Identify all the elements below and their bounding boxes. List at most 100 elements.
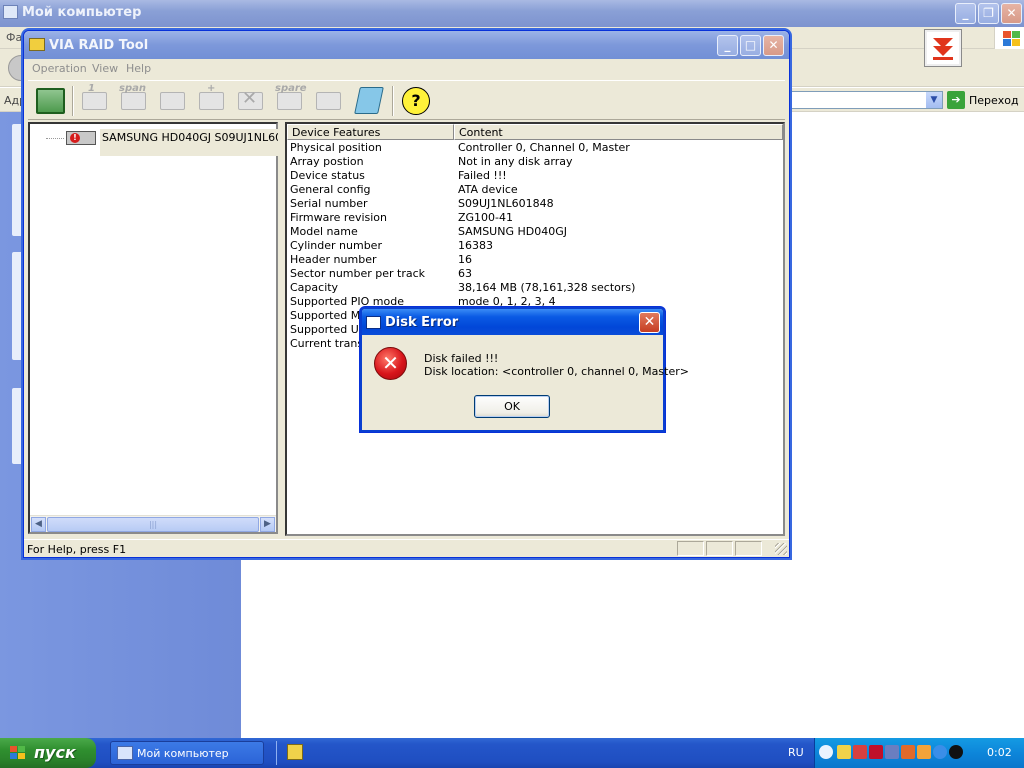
tray-expand-icon[interactable] — [819, 745, 833, 759]
feature-cell: Sector number per track — [290, 267, 426, 280]
taskbar: пуск Мой компьютер RU 0:02 — [0, 738, 1024, 768]
download-manager-icon[interactable] — [924, 29, 962, 67]
status-pane — [735, 541, 762, 556]
minimize-button[interactable]: _ — [955, 3, 976, 24]
raid-tray-icon[interactable] — [837, 745, 851, 759]
menu-operation[interactable]: Operation — [32, 62, 87, 75]
table-row[interactable]: Model name SAMSUNG HD040GJ — [287, 225, 783, 239]
error-icon: ✕ — [374, 347, 407, 380]
resize-grip[interactable] — [775, 543, 787, 555]
restore-button[interactable]: ❐ — [978, 3, 999, 24]
table-row[interactable]: Physical position Controller 0, Channel 0… — [287, 141, 783, 155]
content-cell: Not in any disk array — [458, 155, 573, 168]
delete-array-icon[interactable]: ✕ — [234, 84, 267, 116]
scroll-thumb[interactable]: ||| — [47, 517, 259, 532]
minimize-button[interactable]: _ — [717, 35, 738, 56]
table-row[interactable]: Array postion Not in any disk array — [287, 155, 783, 169]
feature-cell: Model name — [290, 225, 358, 238]
close-button[interactable]: ✕ — [1001, 3, 1022, 24]
taskbar-item-label: Мой компьютер — [137, 747, 229, 760]
feature-cell: Firmware revision — [290, 211, 388, 224]
media-player-icon[interactable] — [949, 745, 963, 759]
status-pane — [677, 541, 704, 556]
menu-file-partial[interactable]: Фа — [6, 31, 22, 44]
status-bar: For Help, press F1 — [24, 539, 789, 557]
dialog-titlebar[interactable]: Disk Error ✕ — [362, 309, 663, 335]
failed-disk-icon: ! — [66, 131, 96, 145]
table-row[interactable]: General config ATA device — [287, 183, 783, 197]
windows-logo-icon — [994, 27, 1024, 49]
raid-app-icon — [29, 38, 45, 51]
content-cell: ATA device — [458, 183, 518, 196]
disk-icon[interactable] — [156, 84, 189, 116]
disk-error-dialog: Disk Error ✕ ✕ Disk failed !!! Disk loca… — [360, 307, 689, 432]
create-span-icon[interactable]: span — [117, 83, 150, 116]
system-tray: 0:02 — [814, 738, 1024, 768]
via-raid-tool-window: VIA RAID Tool _ □ ✕ Operation View Help … — [23, 30, 790, 558]
content-cell: ZG100-41 — [458, 211, 514, 224]
feature-cell: Physical position — [290, 141, 382, 154]
table-row[interactable]: Header number 16 — [287, 253, 783, 267]
table-row[interactable]: Sector number per track 63 — [287, 267, 783, 281]
go-arrow-icon: ➔ — [947, 91, 965, 109]
menu-view[interactable]: View — [92, 62, 118, 75]
controller-icon[interactable] — [34, 84, 67, 116]
go-button[interactable]: ➔ Переход — [947, 91, 1021, 109]
table-row[interactable]: Firmware revision ZG100-41 — [287, 211, 783, 225]
column-header-features[interactable]: Device Features — [287, 124, 454, 140]
feature-cell: Capacity — [290, 281, 339, 294]
scroll-left-icon[interactable]: ◀ — [31, 517, 46, 532]
network-icon[interactable] — [885, 745, 899, 759]
computer-icon — [117, 746, 133, 760]
toolbar-separator — [72, 86, 74, 116]
taskbar-item-via-raid[interactable] — [287, 744, 303, 760]
taskbar-item-my-computer[interactable]: Мой компьютер — [110, 741, 264, 765]
tree-item-disk[interactable]: SAMSUNG HD040GJ S09UJ1NL601848 — [100, 129, 278, 156]
search-disk-icon[interactable] — [312, 84, 345, 116]
dialog-close-button[interactable]: ✕ — [639, 312, 660, 333]
chevron-down-icon[interactable]: ▼ — [926, 92, 942, 108]
window-icon — [366, 316, 381, 329]
ok-button[interactable]: OK — [474, 395, 550, 418]
my-computer-titlebar[interactable]: Мой компьютер _ ❐ ✕ — [0, 0, 1024, 27]
download-manager-tray-icon[interactable] — [901, 745, 915, 759]
content-cell: 63 — [458, 267, 472, 280]
feature-cell: General config — [290, 183, 371, 196]
create-raid0-icon[interactable]: 1 — [78, 83, 111, 116]
via-titlebar[interactable]: VIA RAID Tool _ □ ✕ — [24, 31, 789, 59]
table-row[interactable]: Serial number S09UJ1NL601848 — [287, 197, 783, 211]
table-row[interactable]: Capacity 38,164 MB (78,161,328 sectors) — [287, 281, 783, 295]
scroll-right-icon[interactable]: ▶ — [260, 517, 275, 532]
column-header-content[interactable]: Content — [454, 124, 783, 140]
go-label: Переход — [969, 94, 1019, 107]
table-row[interactable]: Device status Failed !!! — [287, 169, 783, 183]
horizontal-scrollbar[interactable]: ◀ ||| ▶ — [30, 515, 276, 532]
content-cell: 38,164 MB (78,161,328 sectors) — [458, 281, 636, 294]
menu-help[interactable]: Help — [126, 62, 151, 75]
table-row[interactable]: Cylinder number 16383 — [287, 239, 783, 253]
error-message-line1: Disk failed !!! — [424, 352, 499, 365]
language-indicator[interactable]: RU — [788, 746, 804, 759]
close-button[interactable]: ✕ — [763, 35, 784, 56]
device-tree: ! SAMSUNG HD040GJ S09UJ1NL601848 ◀ ||| ▶ — [28, 122, 278, 534]
spare-disk-icon[interactable]: spare — [273, 83, 307, 116]
add-disk-icon[interactable]: + — [195, 83, 228, 116]
start-button[interactable]: пуск — [0, 738, 96, 768]
kaspersky-icon[interactable] — [869, 745, 883, 759]
browser-icon[interactable] — [933, 745, 947, 759]
feature-cell: Serial number — [290, 197, 368, 210]
content-cell: Failed !!! — [458, 169, 507, 182]
content-cell: 16 — [458, 253, 472, 266]
via-toolbar: 1 span + ✕ spare ? — [28, 80, 785, 120]
feature-cell: Current transf — [290, 337, 367, 350]
antivirus-icon[interactable] — [853, 745, 867, 759]
lightning-icon[interactable] — [917, 745, 931, 759]
address-input[interactable]: ▼ — [785, 91, 943, 109]
help-icon[interactable]: ? — [399, 84, 432, 116]
feature-cell: Array postion — [290, 155, 364, 168]
maximize-button[interactable]: □ — [740, 35, 761, 56]
list-header: Device Features Content — [287, 124, 783, 140]
event-log-icon[interactable] — [351, 84, 384, 116]
clock[interactable]: 0:02 — [987, 746, 1012, 759]
windows-logo-icon — [10, 746, 27, 761]
